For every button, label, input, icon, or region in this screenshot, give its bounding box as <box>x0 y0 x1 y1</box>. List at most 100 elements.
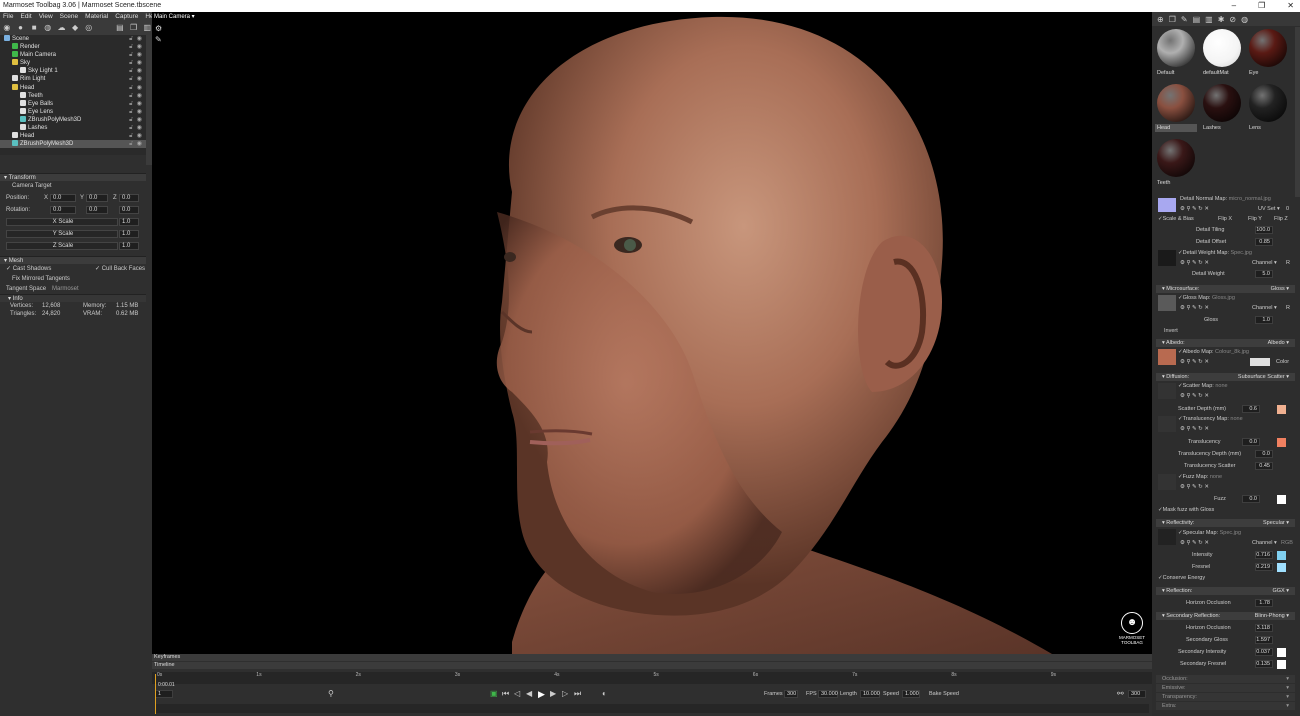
pin-icon[interactable]: ✎ <box>155 35 162 44</box>
maximize-button[interactable]: ❐ <box>1258 0 1265 12</box>
menu-capture[interactable]: Capture <box>115 12 138 21</box>
search-icon[interactable]: ⚲ <box>1186 359 1190 365</box>
menu-file[interactable]: File <box>3 12 13 21</box>
camera-icon[interactable]: ◉ <box>2 23 12 33</box>
tree-item[interactable]: Eye Balls 🔓︎ ◉ <box>0 99 146 108</box>
secondary-gloss-field[interactable]: 1.597 <box>1255 636 1273 644</box>
x-scale-field[interactable]: 1.0 <box>119 218 139 226</box>
folder-icon[interactable]: ▤ <box>115 23 125 33</box>
lock-icon[interactable]: 🔓︎ <box>129 108 133 116</box>
cube-icon[interactable]: ■ <box>29 23 39 33</box>
refresh-icon[interactable]: ↻ <box>1198 393 1203 399</box>
y-scale-slider[interactable]: Y Scale <box>6 230 118 238</box>
refresh-icon[interactable]: ↻ <box>1198 305 1203 311</box>
prev-key-icon[interactable]: ◁ <box>514 688 520 700</box>
translucency-color-swatch[interactable] <box>1277 438 1286 447</box>
refresh-icon[interactable]: ↻ <box>1198 260 1203 266</box>
lock-icon[interactable]: 🔓︎ <box>129 35 133 43</box>
visibility-icon[interactable]: ◉ <box>137 84 142 92</box>
visibility-icon[interactable]: ◉ <box>137 140 142 148</box>
tree-item[interactable]: Main Camera 🔓︎ ◉ <box>0 51 146 59</box>
pencil-icon[interactable]: ✎ <box>1192 426 1197 432</box>
rotation-z-field[interactable]: 0.0 <box>119 206 139 214</box>
menu-material[interactable]: Material <box>85 12 108 21</box>
detail-normal-thumbnail[interactable] <box>1158 198 1176 212</box>
lock-icon[interactable]: 🔓︎ <box>129 43 133 51</box>
search-icon[interactable]: ⚲ <box>1186 393 1190 399</box>
length-field[interactable]: 10.000 <box>860 690 880 698</box>
reflectivity-dropdown[interactable]: Specular ▾ <box>1263 519 1289 527</box>
cloud-icon[interactable]: ☁ <box>57 23 67 33</box>
fresnel-field[interactable]: 0.219 <box>1255 563 1273 571</box>
lock-icon[interactable]: 🔓︎ <box>129 51 133 59</box>
search-icon[interactable]: ⚲ <box>1186 260 1190 266</box>
tree-item[interactable]: Scene 🔓︎ ◉ <box>0 35 146 43</box>
material-thumbnail[interactable]: Lashes <box>1201 82 1243 131</box>
search-icon[interactable]: ⚲ <box>1186 305 1190 311</box>
search-icon[interactable]: ⚲ <box>1186 484 1190 490</box>
clear-material-icon[interactable]: ⊘ <box>1229 15 1236 24</box>
microsurface-section[interactable]: ▾ Microsurface: Gloss ▾ <box>1156 285 1295 293</box>
lock-icon[interactable]: 🔓︎ <box>129 67 133 75</box>
pencil-icon[interactable]: ✎ <box>1192 484 1197 490</box>
tree-item[interactable]: Sky 🔓︎ ◉ <box>0 59 146 67</box>
prev-frame-icon[interactable]: ◀ <box>526 688 532 700</box>
invert-checkbox[interactable]: Invert <box>1164 327 1178 336</box>
settings-material-icon[interactable]: ✱ <box>1218 15 1225 24</box>
playhead[interactable] <box>155 674 156 714</box>
translucency-field[interactable]: 0.0 <box>1242 438 1260 446</box>
gloss-field[interactable]: 1.0 <box>1255 316 1273 324</box>
current-frame-field[interactable]: 1 <box>155 690 173 698</box>
pencil-icon[interactable]: ✎ <box>1192 305 1197 311</box>
rotation-y-field[interactable]: 0.0 <box>86 206 108 214</box>
close-icon[interactable]: ✕ <box>1204 305 1209 311</box>
camera-target-button[interactable]: Camera Target <box>0 181 146 192</box>
tree-item[interactable]: Eye Lens 🔓︎ ◉ <box>0 107 146 116</box>
fresnel-color-swatch[interactable] <box>1277 563 1286 572</box>
skip-end-icon[interactable]: ⏭ <box>574 688 581 700</box>
albedo-dropdown[interactable]: Albedo ▾ <box>1268 339 1289 347</box>
albedo-section[interactable]: ▾ Albedo: Albedo ▾ <box>1156 339 1295 347</box>
detail-weight-field[interactable]: 5.0 <box>1255 270 1273 278</box>
conserve-energy-checkbox[interactable]: ✓Conserve Energy <box>1158 574 1205 583</box>
menu-edit[interactable]: Edit <box>20 12 31 21</box>
visibility-icon[interactable]: ◉ <box>137 132 142 140</box>
pencil-icon[interactable]: ✎ <box>1192 359 1197 365</box>
next-frame-icon[interactable]: ▶ <box>550 688 556 700</box>
search-icon[interactable]: ⚲ <box>1186 206 1190 212</box>
lock-icon[interactable]: 🔓︎ <box>129 75 133 83</box>
visibility-icon[interactable]: ◉ <box>137 35 142 43</box>
translucency-scatter-field[interactable]: 0.45 <box>1255 462 1273 470</box>
occlusion-section[interactable]: Occlusion: ▾ <box>1156 675 1295 683</box>
uv-set-dropdown[interactable]: UV Set ▾ <box>1258 205 1280 214</box>
visibility-icon[interactable]: ◉ <box>137 100 142 108</box>
folder-material-icon[interactable]: ▤ <box>1193 15 1201 24</box>
time-ruler[interactable]: 0s 1s 2s 3s 4s 5s 6s 7s 8s 9s <box>152 672 1152 684</box>
tangent-space-dropdown[interactable]: Marmoset <box>52 284 79 294</box>
visibility-icon[interactable]: ◉ <box>137 108 142 116</box>
secondary-intensity-field[interactable]: 0.037 <box>1255 648 1273 656</box>
sphere-icon[interactable]: ◍ <box>43 23 53 33</box>
position-z-field[interactable]: 0.0 <box>119 194 139 202</box>
gear-icon[interactable]: ⚙ <box>1180 260 1185 266</box>
link-icon[interactable]: ⚯ <box>1117 688 1124 700</box>
lock-icon[interactable]: 🔓︎ <box>129 116 133 124</box>
rotation-x-field[interactable]: 0.0 <box>50 206 76 214</box>
scale-bias-checkbox[interactable]: ✓Scale & Bias <box>1158 215 1194 224</box>
duplicate-icon[interactable]: ❐ <box>129 23 139 33</box>
trash-icon[interactable]: ▥ <box>142 23 152 33</box>
search-icon[interactable]: ⚲ <box>1186 540 1190 546</box>
gear-icon[interactable]: ⚙ <box>1180 426 1185 432</box>
x-scale-slider[interactable]: X Scale <box>6 218 118 226</box>
fuzz-field[interactable]: 0.0 <box>1242 495 1260 503</box>
gear-icon[interactable]: ⚙ <box>155 24 162 33</box>
visibility-icon[interactable]: ◉ <box>137 67 142 75</box>
transform-section-header[interactable]: ▾ Transform <box>0 173 146 181</box>
visibility-icon[interactable]: ◉ <box>137 92 142 100</box>
secondary-reflection-section[interactable]: ▾ Secondary Reflection: Blinn-Phong ▾ <box>1156 612 1295 620</box>
pencil-icon[interactable]: ✎ <box>1192 206 1197 212</box>
lock-icon[interactable]: 🔓︎ <box>129 84 133 92</box>
mesh-section-header[interactable]: ▾ Mesh <box>0 256 146 264</box>
tree-item[interactable]: Teeth 🔓︎ ◉ <box>0 91 146 100</box>
gear-icon[interactable]: ⚙ <box>1180 305 1185 311</box>
